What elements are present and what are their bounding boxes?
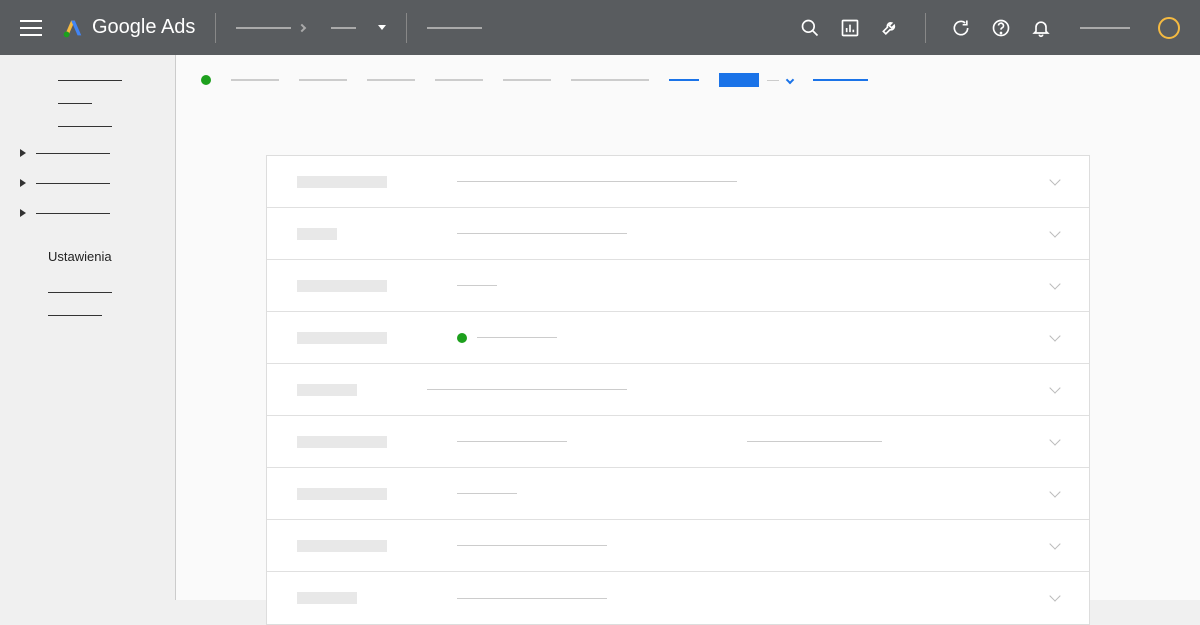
divider <box>215 13 216 43</box>
sidebar-item[interactable] <box>20 315 155 316</box>
sidebar-item[interactable] <box>20 149 155 157</box>
chevron-down-icon <box>1049 278 1060 289</box>
avatar[interactable] <box>1158 17 1180 39</box>
logo[interactable]: Google Ads <box>62 16 195 39</box>
expand-icon <box>20 179 26 187</box>
toolbar-right-link[interactable] <box>813 79 868 81</box>
settings-row[interactable] <box>267 208 1089 260</box>
settings-row[interactable] <box>267 416 1089 468</box>
breadcrumb[interactable] <box>231 79 279 81</box>
app-name: Google Ads <box>92 16 195 39</box>
settings-row-label <box>297 228 457 240</box>
sidebar-item-label <box>36 183 110 184</box>
header-actions <box>799 13 1180 43</box>
sidebar-item[interactable] <box>20 179 155 187</box>
settings-row-label <box>297 540 457 552</box>
settings-row-label <box>297 592 457 604</box>
toolbar-badge <box>719 73 759 87</box>
chevron-down-icon <box>1049 486 1060 497</box>
account-selector[interactable] <box>236 25 386 31</box>
sidebar-item[interactable] <box>20 126 155 127</box>
sidebar-item-label <box>36 153 110 154</box>
campaign-label <box>427 27 482 29</box>
sidebar-item[interactable] <box>20 209 155 217</box>
toolbar-badge-dropdown[interactable] <box>719 73 793 87</box>
sidebar-item-label <box>58 103 92 104</box>
divider <box>406 13 407 43</box>
tools-icon[interactable] <box>879 17 901 39</box>
top-header: Google Ads <box>0 0 1200 55</box>
settings-row-value <box>457 441 1051 442</box>
breadcrumb[interactable] <box>299 79 347 81</box>
expand-icon <box>20 149 26 157</box>
sidebar-item[interactable] <box>20 80 155 81</box>
settings-row[interactable] <box>267 572 1089 624</box>
settings-row[interactable] <box>267 312 1089 364</box>
settings-row-label <box>297 488 457 500</box>
settings-row-value <box>457 545 1051 546</box>
caret-right-icon <box>298 23 306 31</box>
settings-row-value <box>457 285 1051 286</box>
expand-icon <box>20 209 26 217</box>
hamburger-menu-icon[interactable] <box>20 20 42 36</box>
settings-row-label <box>297 280 457 292</box>
chevron-down-icon <box>1049 226 1060 237</box>
settings-row[interactable] <box>267 156 1089 208</box>
google-ads-logo-icon <box>62 17 84 39</box>
settings-row[interactable] <box>267 364 1089 416</box>
breadcrumb[interactable] <box>435 79 483 81</box>
settings-row-value <box>457 598 1051 599</box>
chevron-down-icon <box>1049 434 1060 445</box>
settings-row-value <box>457 493 1051 494</box>
sidebar-item[interactable] <box>20 292 155 293</box>
refresh-icon[interactable] <box>950 17 972 39</box>
breadcrumb[interactable] <box>571 79 649 81</box>
settings-row-value <box>457 389 1051 390</box>
chevron-down-icon <box>1049 330 1060 341</box>
status-dot-icon <box>201 75 211 85</box>
settings-row-value <box>457 233 1051 234</box>
settings-row-label <box>297 436 457 448</box>
settings-row[interactable] <box>267 260 1089 312</box>
sidebar-item-label <box>48 315 102 316</box>
sidebar: Ustawienia <box>0 55 175 600</box>
toolbar-link[interactable] <box>669 79 699 81</box>
divider <box>925 13 926 43</box>
sidebar-item[interactable] <box>20 103 155 104</box>
settings-panel <box>266 155 1090 625</box>
sidebar-item-label <box>58 80 122 81</box>
help-icon[interactable] <box>990 17 1012 39</box>
reports-icon[interactable] <box>839 17 861 39</box>
breadcrumb[interactable] <box>367 79 415 81</box>
caret-down-icon <box>378 25 386 30</box>
status-dot-icon <box>457 333 467 343</box>
settings-row-label <box>297 176 457 188</box>
search-icon[interactable] <box>799 17 821 39</box>
sidebar-item-settings[interactable]: Ustawienia <box>20 249 155 264</box>
sidebar-item-label <box>36 213 110 214</box>
settings-row-label <box>297 332 457 344</box>
caret-down-icon <box>786 76 794 84</box>
user-label <box>1080 27 1130 29</box>
breadcrumb[interactable] <box>503 79 551 81</box>
settings-row[interactable] <box>267 468 1089 520</box>
main-area <box>175 55 1200 600</box>
settings-row-value <box>457 181 1051 182</box>
settings-row-value <box>457 333 1051 343</box>
toolbar <box>176 55 1200 105</box>
sidebar-item-label <box>48 292 112 293</box>
chevron-down-icon <box>1049 174 1060 185</box>
chevron-down-icon <box>1049 538 1060 549</box>
sidebar-item-label <box>58 126 112 127</box>
notifications-icon[interactable] <box>1030 17 1052 39</box>
settings-row[interactable] <box>267 520 1089 572</box>
chevron-down-icon <box>1049 382 1060 393</box>
